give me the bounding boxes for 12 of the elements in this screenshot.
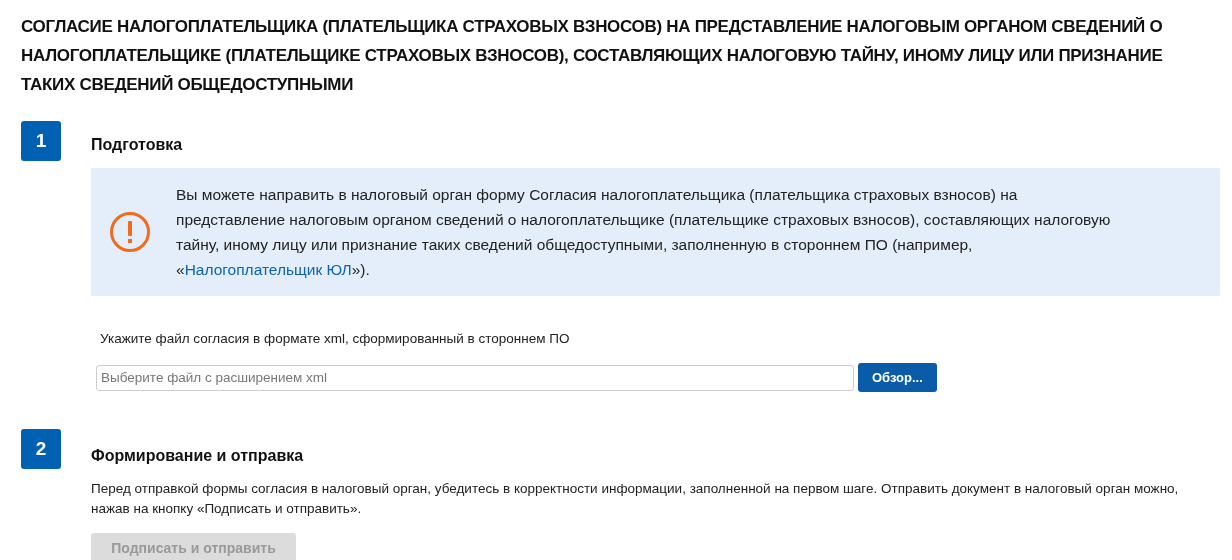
step-number: 2 — [21, 429, 61, 470]
file-field[interactable]: Выберите файл с расширением xml — [96, 364, 854, 391]
browse-button[interactable]: Обзор... — [858, 363, 937, 393]
page-title: СОГЛАСИЕ НАЛОГОПЛАТЕЛЬЩИКА (ПЛАТЕЛЬЩИКА СТРАХОВЫХ ВЗНОСОВ) НА ПРЕДСТАВЛЕНИЕ НАЛОГОВЫМ ОРГАНОМ СВЕДЕНИЙ О НАЛОГОПЛАТЕЛЬЩИКЕ (ПЛАТЕЛЬЩИКЕ СТРАХОВЫХ ВЗНОСОВ), СОСТАВЛЯЮЩИХ НАЛОГОВУЮ ТАЙНУ, ИНОМУ ЛИЦУ ИЛИ ПРИЗНАНИЕ ТАКИХ СВЕДЕНИЙ ОБЩЕДОСТУПНЫМИ — [21, 16, 1164, 96]
step-heading: Подготовка — [91, 135, 184, 155]
warning-icon — [109, 211, 151, 253]
file-label: Укажите файл согласия в формате xml, сформированный в стороннем ПО — [100, 330, 571, 348]
step-number: 1 — [21, 121, 61, 161]
step-heading: Формирование и отправка — [91, 446, 305, 467]
notice-text: Вы можете направить в налоговый орган форму Согласия налогоплательщика (плательщика страховых взносов) на представление налоговым органом сведений о налогоплательщике (плательщике страховых взносов), составляющих налоговую тайну, иному лицу или признание таких сведений общедоступными, заполненную в стороннем ПО (например, «Налогоплательщик ЮЛ»). — [176, 185, 1112, 280]
software-link[interactable]: Налогоплательщик ЮЛ — [184, 261, 352, 278]
step-description: Перед отправкой формы согласия в налоговый орган, убедитесь в корректности информации, заполненной на первом шаге. Отправить документ в налоговый орган можно, нажав на кнопку «Подписать и отправить». — [91, 480, 1180, 519]
